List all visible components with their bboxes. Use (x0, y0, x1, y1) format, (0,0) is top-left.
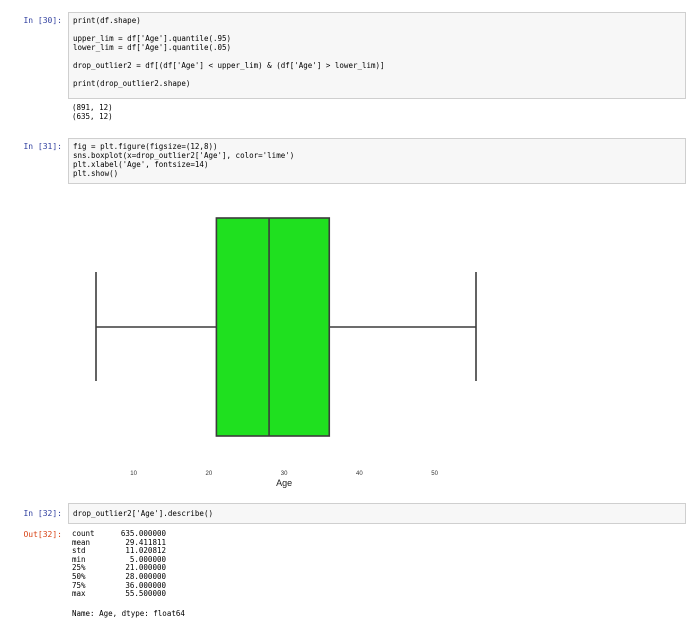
x-tick-label: 50 (431, 471, 438, 477)
describe-output: count 635.000000 mean 29.411811 std 11.020812… (72, 529, 166, 599)
x-axis-label: Age (276, 478, 292, 488)
x-tick-labels: 10 20 30 40 50 (130, 471, 438, 477)
cell-32-out-prompt: Out[32]: (23, 530, 62, 539)
notebook: In [30]: print(df.shape) upper_lim = df['… (0, 0, 700, 629)
x-tick-label: 30 (281, 471, 288, 477)
cell-32-code[interactable]: drop_outlier2['Age'].describe() (69, 504, 685, 521)
code-line: drop_outlier2['Age'].describe() (73, 509, 213, 518)
x-tick-label: 20 (206, 471, 213, 477)
describe-stat-value: 55.500000 (125, 589, 166, 599)
iqr-box (215, 217, 331, 437)
cell-32-prompt: In [32]: (23, 509, 62, 518)
x-tick-label: 10 (130, 471, 137, 477)
x-tick-label: 40 (356, 471, 363, 477)
describe-row: max 55.500000 (72, 590, 166, 599)
cell-32-input[interactable]: drop_outlier2['Age'].describe() (68, 503, 686, 524)
dtype-line: Name: Age, dtype: float64 (72, 609, 185, 618)
describe-stat-label: max (72, 589, 86, 599)
